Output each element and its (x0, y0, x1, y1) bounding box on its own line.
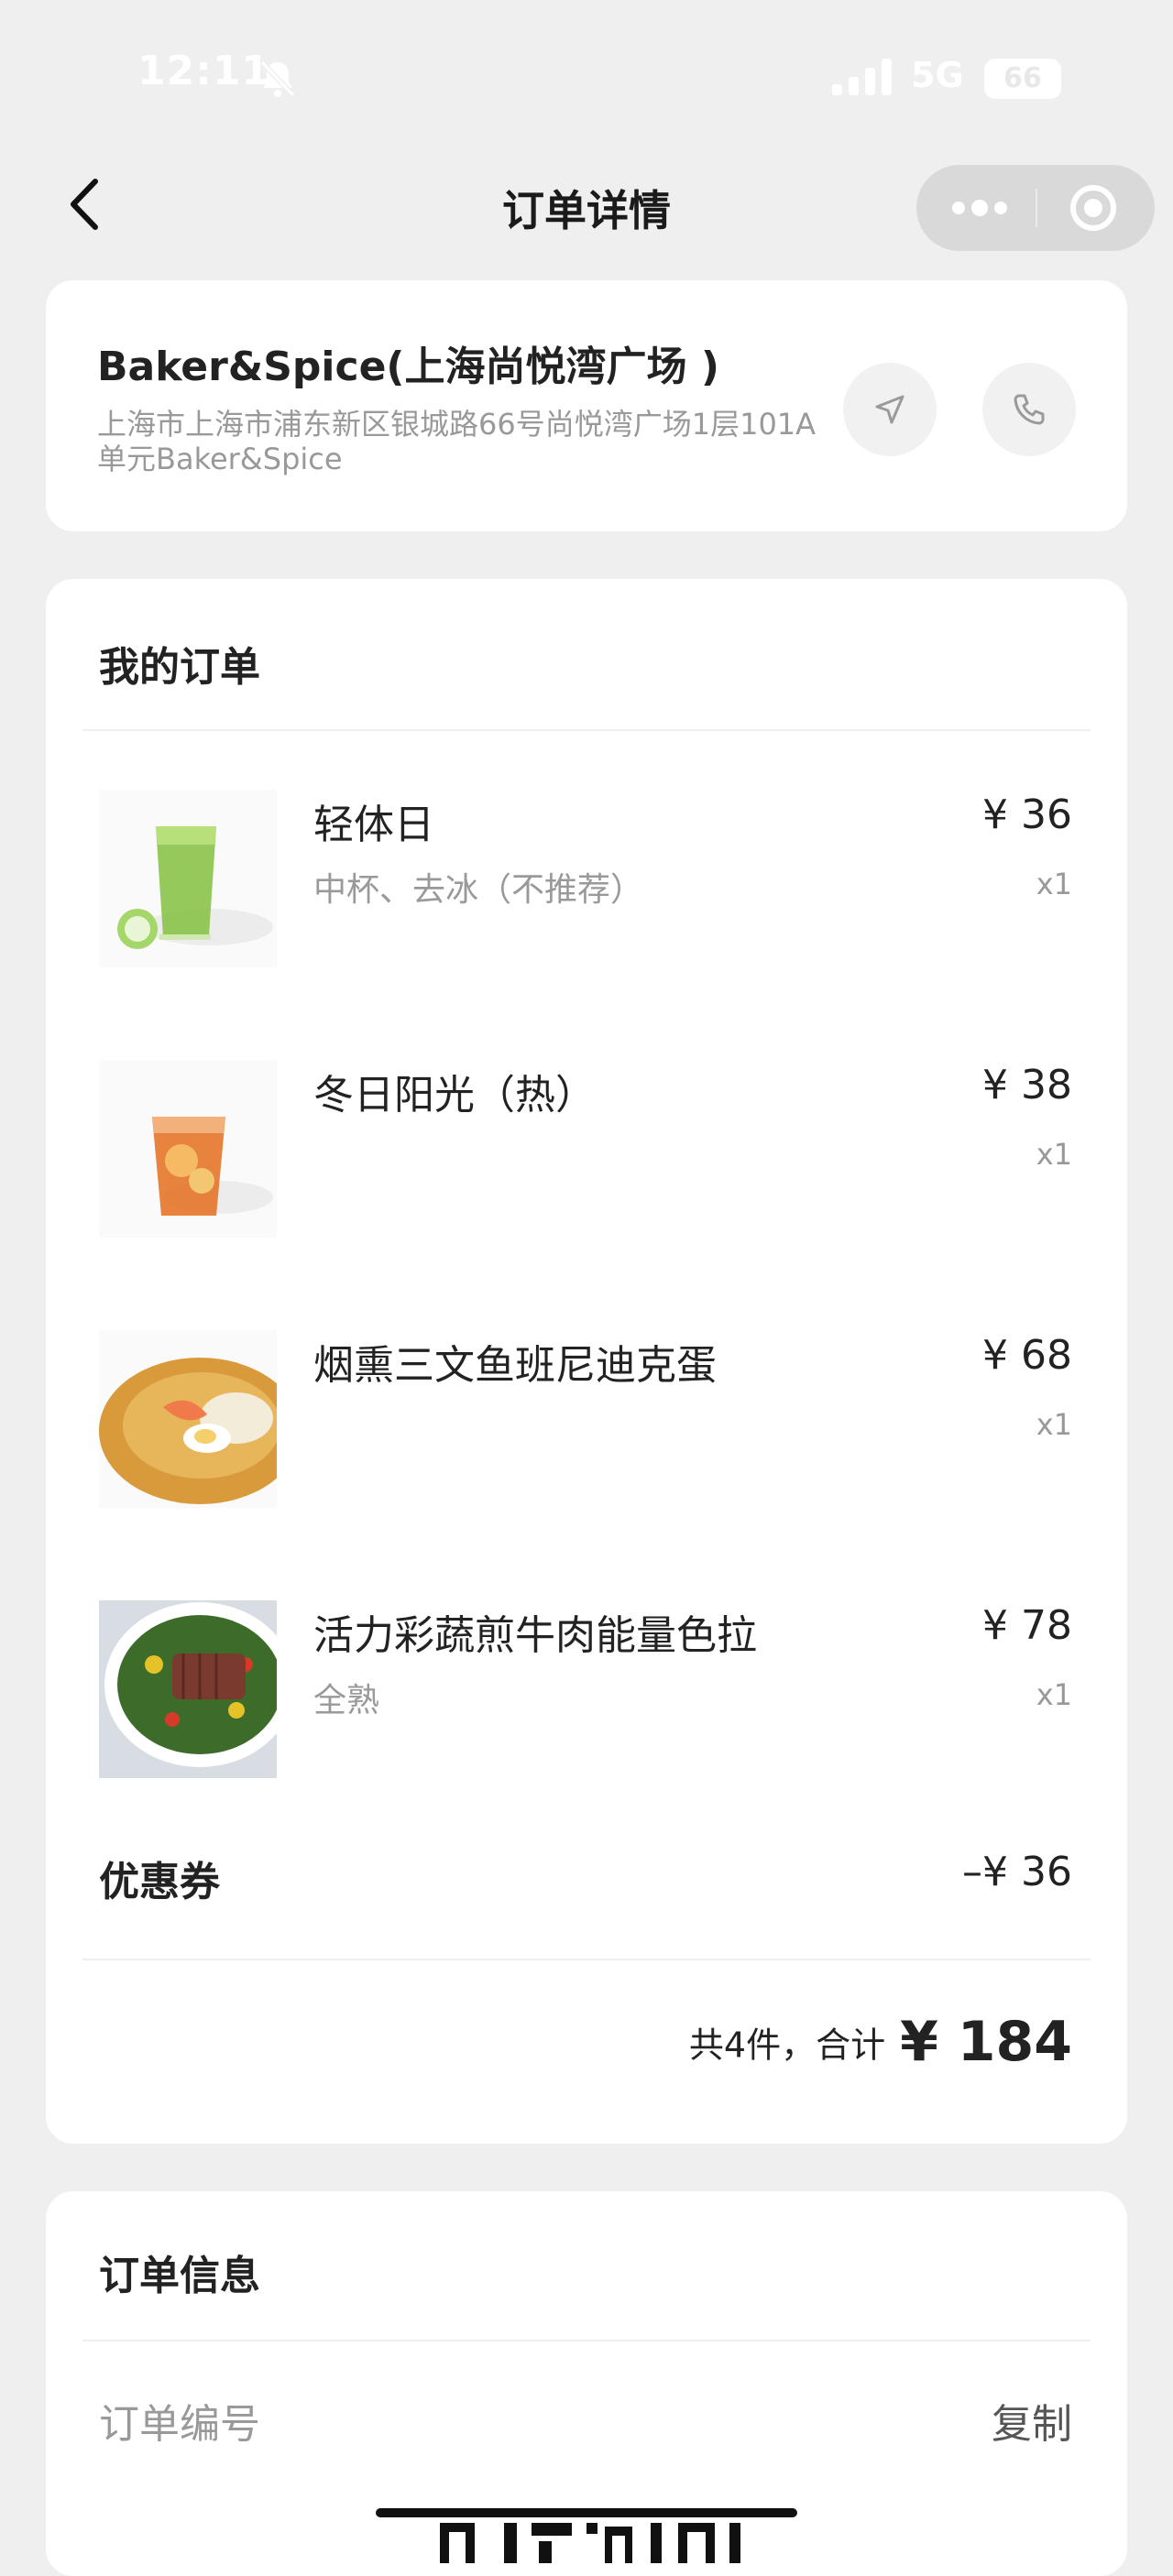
battery-level: 66 (1003, 62, 1042, 94)
item-price: ¥ 38 (982, 1062, 1072, 1108)
order-qr-code (376, 2508, 797, 2563)
item-spec: 全熟 (313, 1682, 380, 1719)
store-name: Baker&Spice(上海尚悦湾广场 ) (97, 344, 719, 390)
battery-icon: 66 (984, 59, 1061, 99)
store-card: Baker&Spice(上海尚悦湾广场 ) 上海市上海市浦东新区银城路66号尚悦… (46, 280, 1127, 531)
order-number-label: 订单编号 (99, 2401, 260, 2448)
navigation-arrow-icon (875, 395, 904, 424)
signal-icon (832, 59, 892, 95)
coupon-label: 优惠券 (99, 1859, 220, 1905)
copy-button[interactable]: 复制 (992, 2391, 1072, 2450)
divider (82, 1959, 1091, 1960)
total-row: 共4件，合计 ¥ 184 (689, 2010, 1072, 2083)
item-quantity: x1 (1036, 1137, 1072, 1172)
bell-off-icon (259, 60, 296, 98)
product-image-green-juice (99, 790, 277, 967)
product-image-beef-salad (99, 1600, 277, 1778)
divider (82, 2340, 1091, 2341)
order-item[interactable]: 活力彩蔬煎牛肉能量色拉 全熟 ¥ 78 x1 (46, 1582, 1127, 1778)
coupon-row: 优惠券 –¥ 36 (46, 1849, 1127, 1922)
navigation-bar: 订单详情 (0, 156, 1173, 257)
order-item[interactable]: 冬日阳光（热） ¥ 38 x1 (46, 1042, 1127, 1238)
navigate-button[interactable] (843, 363, 937, 456)
store-address: 上海市上海市浦东新区银城路66号尚悦湾广场1层101A单元Baker&Spice (97, 407, 817, 476)
order-section-title: 我的订单 (99, 644, 260, 691)
product-image-salmon-benedict (99, 1330, 277, 1508)
order-info-card: 订单信息 订单编号 复制 (46, 2191, 1127, 2576)
network-type: 5G (911, 55, 964, 95)
more-options-icon[interactable] (951, 191, 1008, 225)
item-quantity: x1 (1036, 1407, 1072, 1442)
order-item[interactable]: 轻体日 中杯、去冰（不推荐） ¥ 36 x1 (46, 771, 1127, 967)
mini-program-capsule (916, 165, 1155, 251)
order-card: 我的订单 轻体日 中杯、去冰（不推荐） ¥ 36 x1 冬日阳光（热） ¥ 38… (46, 579, 1127, 2144)
item-spec: 中杯、去冰（不推荐） (313, 871, 644, 909)
call-button[interactable] (982, 363, 1076, 456)
item-name: 活力彩蔬煎牛肉能量色拉 (313, 1612, 757, 1659)
product-image-hot-tea (99, 1060, 277, 1238)
item-price: ¥ 78 (982, 1602, 1072, 1649)
order-item[interactable]: 烟熏三文鱼班尼迪克蛋 ¥ 68 x1 (46, 1312, 1127, 1508)
item-name: 轻体日 (313, 802, 434, 848)
coupon-value: –¥ 36 (962, 1849, 1072, 1895)
item-quantity: x1 (1036, 1677, 1072, 1712)
item-name: 冬日阳光（热） (313, 1072, 596, 1119)
status-bar: 12:11 5G 66 (0, 0, 1173, 137)
close-mini-program-icon[interactable] (1069, 183, 1118, 233)
item-price: ¥ 68 (982, 1332, 1072, 1379)
item-quantity: x1 (1036, 867, 1072, 901)
item-price: ¥ 36 (982, 791, 1072, 838)
total-value: ¥ 184 (900, 2010, 1072, 2074)
capsule-divider (1036, 189, 1037, 227)
total-label: 共4件，合计 (688, 2025, 886, 2066)
status-time: 12:11 (137, 48, 271, 94)
phone-icon (1014, 394, 1045, 425)
order-info-title: 订单信息 (99, 2253, 260, 2299)
divider (82, 729, 1091, 731)
item-name: 烟熏三文鱼班尼迪克蛋 (313, 1342, 717, 1389)
